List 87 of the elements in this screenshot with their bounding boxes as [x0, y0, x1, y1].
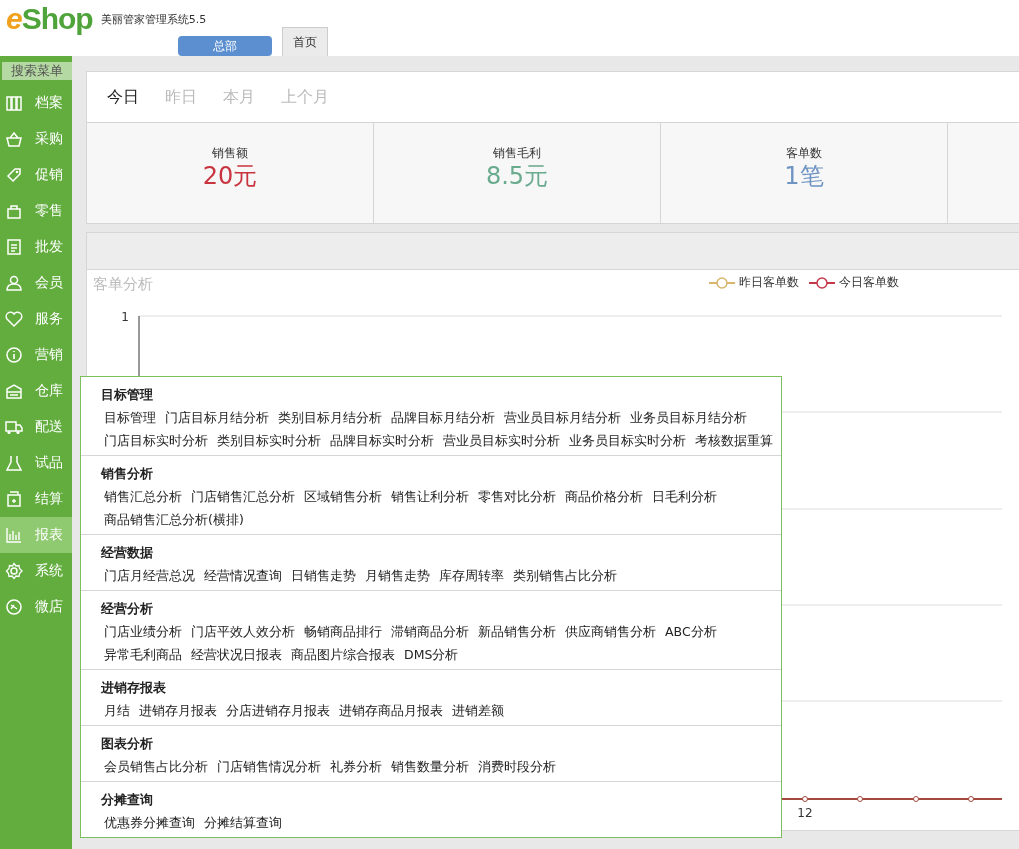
- menu-icon: [5, 274, 23, 292]
- menu-section-title: 进销存报表: [101, 679, 167, 697]
- menu-link[interactable]: 经营状况日报表: [191, 643, 282, 666]
- menu-icon: [5, 94, 23, 112]
- menu-section-title: 销售分析: [101, 465, 154, 483]
- menu-link[interactable]: 品牌目标实时分析: [330, 429, 434, 452]
- menu-link[interactable]: 类别销售占比分析: [513, 564, 617, 587]
- menu-icon: [5, 418, 23, 436]
- menu-link[interactable]: 滞销商品分析: [391, 620, 469, 643]
- menu-link[interactable]: 营业员目标实时分析: [443, 429, 560, 452]
- menu-link[interactable]: 考核数据重算: [695, 429, 773, 452]
- y-axis-label: 1: [121, 310, 129, 324]
- stat-label: 客单数: [786, 145, 822, 162]
- menu-link[interactable]: 销售汇总分析: [104, 485, 182, 508]
- menu-link[interactable]: 门店销售情况分析: [217, 755, 321, 778]
- menu-link[interactable]: 业务员目标月结分析: [630, 406, 747, 429]
- menu-section-title: 经营分析: [101, 600, 154, 618]
- x-axis-label: 12: [797, 806, 813, 820]
- stat-label: 销售额: [212, 145, 248, 162]
- menu-icon: [5, 202, 23, 220]
- menu-link[interactable]: 礼券分析: [330, 755, 382, 778]
- stat-label: 销售毛利: [493, 145, 541, 162]
- menu-link[interactable]: 库存周转率: [439, 564, 504, 587]
- search-menu-button[interactable]: 搜索菜单: [2, 62, 72, 80]
- menu-link[interactable]: 月结: [104, 699, 130, 722]
- menu-link[interactable]: 新品销售分析: [478, 620, 556, 643]
- eshop-logo: eShop: [5, 1, 93, 36]
- menu-link[interactable]: 营业员目标月结分析: [504, 406, 621, 429]
- menu-link[interactable]: 区域销售分析: [304, 485, 382, 508]
- menu-link[interactable]: 分店进销存月报表: [226, 699, 330, 722]
- menu-icon: [5, 562, 23, 580]
- menu-link[interactable]: 商品销售汇总分析(横排): [104, 508, 244, 531]
- menu-section-title: 经营数据: [101, 544, 154, 562]
- menu-section-title: 目标管理: [101, 386, 154, 404]
- menu-link[interactable]: 门店销售汇总分析: [191, 485, 295, 508]
- menu-link[interactable]: 门店月经营总况: [104, 564, 195, 587]
- menu-link[interactable]: 门店业绩分析: [104, 620, 182, 643]
- menu-link[interactable]: 异常毛利商品: [104, 643, 182, 666]
- menu-link[interactable]: 业务员目标实时分析: [569, 429, 686, 452]
- menu-link[interactable]: 进销存商品月报表: [339, 699, 443, 722]
- menu-section-title: 分摊查询: [101, 791, 154, 809]
- menu-icon: [5, 454, 23, 472]
- menu-link[interactable]: ABC分析: [665, 620, 717, 643]
- menu-link[interactable]: 商品图片综合报表: [291, 643, 395, 666]
- menu-link[interactable]: 优惠券分摊查询: [104, 811, 195, 834]
- menu-link[interactable]: 消费时段分析: [478, 755, 556, 778]
- menu-icon: [5, 598, 23, 616]
- menu-link[interactable]: 进销差额: [452, 699, 504, 722]
- menu-icon: [5, 382, 23, 400]
- menu-link[interactable]: 畅销商品排行: [304, 620, 382, 643]
- menu-link[interactable]: 门店目标实时分析: [104, 429, 208, 452]
- page-tab[interactable]: 首页: [282, 27, 328, 56]
- menu-link[interactable]: 日毛利分析: [652, 485, 717, 508]
- menu-link[interactable]: 日销售走势: [291, 564, 356, 587]
- stat-value: 20元: [202, 162, 258, 190]
- menu-icon: [5, 310, 23, 328]
- menu-icon: [5, 346, 23, 364]
- product-name: 美丽管家管理系统5.5: [100, 12, 207, 26]
- menu-link[interactable]: 类别目标月结分析: [278, 406, 382, 429]
- menu-icon: [5, 130, 23, 148]
- legend-item[interactable]: 今日客单数: [809, 274, 899, 291]
- menu-link[interactable]: 供应商销售分析: [565, 620, 656, 643]
- menu-link[interactable]: 销售数量分析: [391, 755, 469, 778]
- legend-item[interactable]: 昨日客单数: [709, 274, 799, 291]
- menu-icon: [5, 166, 23, 184]
- menu-link[interactable]: 目标管理: [104, 406, 156, 429]
- menu-link[interactable]: 进销存月报表: [139, 699, 217, 722]
- menu-link[interactable]: 分摊结算查询: [204, 811, 282, 834]
- menu-link[interactable]: 零售对比分析: [478, 485, 556, 508]
- menu-icon: [5, 526, 23, 544]
- menu-link[interactable]: 月销售走势: [365, 564, 430, 587]
- menu-link[interactable]: DMS分析: [404, 643, 459, 666]
- stat-value: 8.5元: [485, 162, 549, 190]
- menu-link[interactable]: 商品价格分析: [565, 485, 643, 508]
- menu-section-title: 图表分析: [101, 735, 154, 753]
- menu-link[interactable]: 门店目标月结分析: [165, 406, 269, 429]
- menu-icon: [5, 490, 23, 508]
- menu-icon: [5, 238, 23, 256]
- menu-link[interactable]: 销售让利分析: [391, 485, 469, 508]
- period-tab[interactable]: 今日: [107, 86, 139, 108]
- menu-link[interactable]: 品牌目标月结分析: [391, 406, 495, 429]
- stat-value: 1笔: [784, 162, 824, 190]
- menu-link[interactable]: 会员销售占比分析: [104, 755, 208, 778]
- menu-link[interactable]: 门店平效人效分析: [191, 620, 295, 643]
- menu-link[interactable]: 类别目标实时分析: [217, 429, 321, 452]
- chart-title: 客单分析: [93, 275, 153, 294]
- menu-link[interactable]: 经营情况查询: [204, 564, 282, 587]
